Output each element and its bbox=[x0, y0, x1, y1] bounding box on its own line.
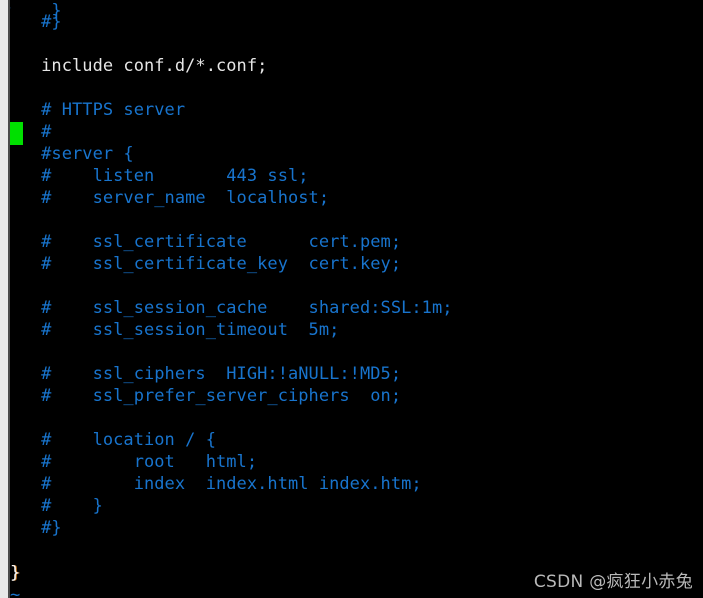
window-left-edge-shadow bbox=[8, 0, 10, 598]
code-line: # index index.html index.htm; bbox=[0, 474, 422, 494]
code-line: # ssl_session_cache shared:SSL:1m; bbox=[0, 298, 453, 318]
window-left-edge-strip bbox=[0, 0, 8, 598]
code-line: # ssl_ciphers HIGH:!aNULL:!MD5; bbox=[0, 364, 402, 384]
code-line: # location / { bbox=[0, 430, 216, 450]
code-line: include conf.d/*.conf; bbox=[0, 56, 268, 76]
code-line: # ssl_prefer_server_ciphers on; bbox=[0, 386, 402, 406]
code-line: # listen 443 ssl; bbox=[0, 166, 309, 186]
code-line: # HTTPS server bbox=[0, 100, 186, 120]
code-line: # root html; bbox=[0, 452, 258, 472]
block-cursor[interactable] bbox=[10, 122, 23, 145]
terminal-editor-screen: # } #} include conf.d/*.conf; # HTTPS se… bbox=[0, 0, 703, 598]
code-line: # ssl_certificate cert.pem; bbox=[0, 232, 402, 252]
code-line: # ssl_session_timeout 5m; bbox=[0, 320, 340, 340]
csdn-watermark: CSDN @疯狂小赤兔 bbox=[533, 572, 693, 592]
code-line: # } bbox=[0, 496, 103, 516]
code-area[interactable]: # } #} include conf.d/*.conf; # HTTPS se… bbox=[0, 0, 703, 598]
code-line: # ssl_certificate_key cert.key; bbox=[0, 254, 402, 274]
empty-buffer-tilde: ~ bbox=[10, 585, 21, 598]
closing-brace-highlight: } bbox=[10, 563, 21, 583]
code-line: # server_name localhost; bbox=[0, 188, 330, 208]
code-line: #server { bbox=[0, 144, 134, 164]
